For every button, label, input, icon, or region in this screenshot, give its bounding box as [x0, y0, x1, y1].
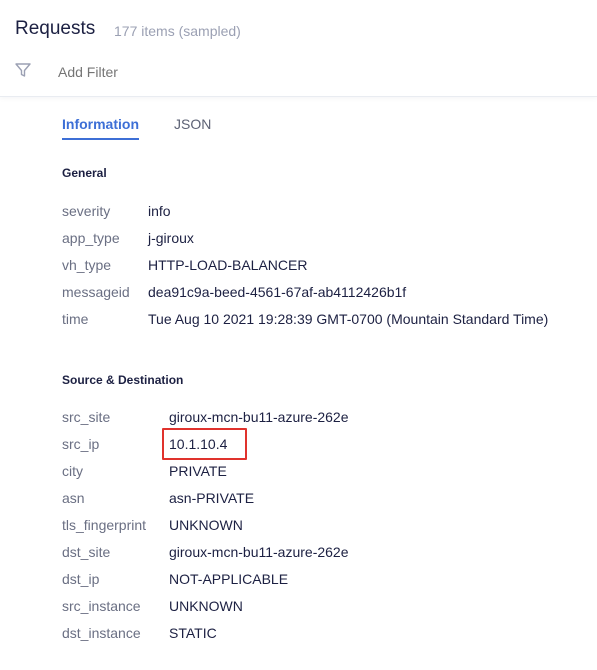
row-value: UNKNOWN [169, 598, 243, 614]
row-value: dea91c9a-beed-4561-67af-ab4112426b1f [148, 284, 407, 300]
row-key: asn [62, 490, 85, 506]
add-filter-input[interactable] [58, 64, 358, 80]
row-key: src_ip [62, 436, 100, 452]
tab-information[interactable]: Information [62, 116, 139, 140]
row-key: dst_ip [62, 571, 100, 587]
row-key: app_type [62, 230, 120, 246]
src-ip-highlight-box [162, 428, 247, 460]
section-title-general: General [62, 166, 107, 180]
row-key: src_instance [62, 598, 141, 614]
row-value: UNKNOWN [169, 517, 243, 533]
row-key: messageid [62, 284, 130, 300]
item-count: 177 items (sampled) [114, 23, 241, 39]
row-value: j-giroux [148, 230, 194, 246]
row-value: asn-PRIVATE [169, 490, 255, 506]
row-value: giroux-mcn-bu11-azure-262e [169, 544, 349, 560]
row-value: STATIC [169, 625, 217, 641]
funnel-icon[interactable] [14, 61, 32, 79]
page-title: Requests [15, 18, 96, 39]
row-key: time [62, 311, 89, 327]
row-value: Tue Aug 10 2021 19:28:39 GMT-0700 (Mount… [148, 311, 549, 327]
row-key: dst_instance [62, 625, 141, 641]
header-bar: Requests 177 items (sampled) [0, 0, 597, 97]
tab-json[interactable]: JSON [174, 116, 211, 132]
row-value: HTTP-LOAD-BALANCER [148, 257, 308, 273]
row-value: NOT-APPLICABLE [169, 571, 289, 587]
section-title-source-destination: Source & Destination [62, 373, 184, 387]
row-value: giroux-mcn-bu11-azure-262e [169, 409, 349, 425]
row-key: tls_fingerprint [62, 517, 147, 533]
row-key: dst_site [62, 544, 111, 560]
row-value: PRIVATE [169, 463, 227, 479]
row-value: info [148, 203, 171, 219]
row-key: src_site [62, 409, 111, 425]
row-key: severity [62, 203, 111, 219]
row-key: city [62, 463, 83, 479]
row-key: vh_type [62, 257, 112, 273]
